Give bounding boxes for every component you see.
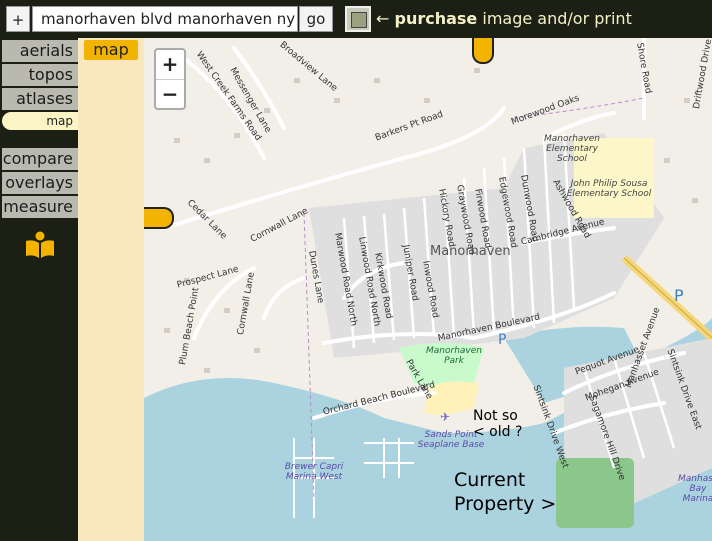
split-handle-left[interactable]: [144, 207, 174, 229]
annotation-not-so-old: Not so < old ?: [473, 408, 523, 440]
tab-measure[interactable]: measure: [2, 196, 78, 218]
marina-label: Brewer Capri Marina West: [284, 462, 344, 482]
add-button[interactable]: +: [6, 6, 30, 32]
map-view[interactable]: Manorhaven Manorhaven Elementary School …: [144, 38, 712, 541]
parking-icon: P: [498, 332, 507, 348]
tab-aerials[interactable]: aerials: [2, 40, 78, 62]
zoom-out-button[interactable]: −: [156, 79, 184, 109]
park-label: Manorhaven Park: [426, 346, 482, 366]
tab-atlases[interactable]: atlases: [2, 88, 78, 110]
sidebar-item-map[interactable]: map: [2, 112, 78, 130]
go-button[interactable]: go: [299, 6, 333, 32]
tab-compare[interactable]: compare: [2, 148, 78, 170]
purchase-rest: image and/or print: [482, 9, 632, 28]
zoom-control: + −: [154, 48, 186, 110]
purchase-icon[interactable]: [345, 6, 371, 32]
tab-map[interactable]: map: [84, 40, 138, 60]
arrow-left-icon: ←: [376, 9, 390, 28]
book-icon[interactable]: [24, 231, 56, 259]
annotation-current-property: Current Property >: [454, 469, 557, 515]
search-input[interactable]: manorhaven blvd manorhaven ny: [32, 6, 298, 32]
school-label: John Philip Sousa Elementary School: [566, 179, 652, 199]
tab-topos[interactable]: topos: [2, 64, 78, 86]
purchase-link[interactable]: ← purchase image and/or print: [376, 9, 632, 28]
seaplane-icon: ✈: [440, 410, 451, 424]
bay-label: Manhasset Bay Marina: [678, 474, 712, 504]
tab-overlays[interactable]: overlays: [2, 172, 78, 194]
layer-column: [78, 38, 144, 541]
school-label: Manorhaven Elementary School: [544, 134, 600, 164]
top-bar: + manorhaven blvd manorhaven ny go ← pur…: [0, 0, 712, 38]
parking-icon: P: [674, 286, 684, 305]
zoom-in-button[interactable]: +: [156, 50, 184, 79]
purchase-label: purchase: [394, 9, 478, 28]
sidebar: aerials topos atlases map compare overla…: [0, 38, 78, 541]
split-handle-top[interactable]: [472, 38, 494, 64]
